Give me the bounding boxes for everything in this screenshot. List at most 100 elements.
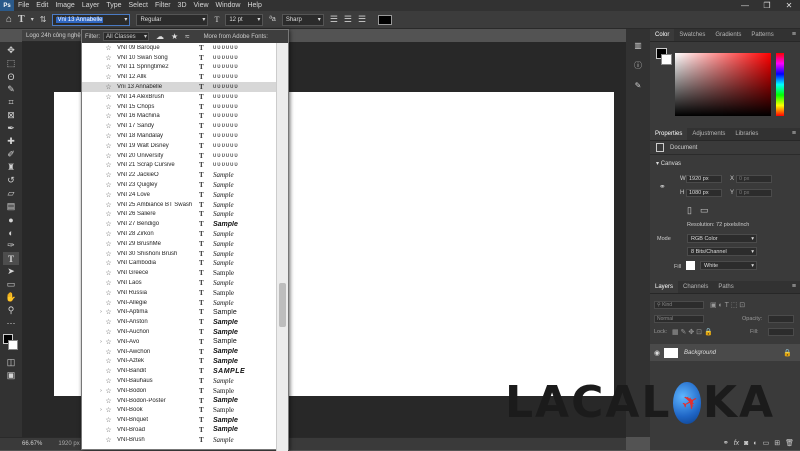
font-list-item[interactable]: ☆ VNI 24 Love T Sample — [82, 190, 278, 200]
star-icon[interactable]: ☆ — [104, 416, 113, 424]
font-list-item[interactable]: ☆ VNI-Bodon-Poster T Sample — [82, 396, 278, 406]
star-icon[interactable]: ☆ — [104, 181, 113, 189]
similar-icon[interactable]: ≈ — [185, 32, 189, 41]
menu-file[interactable]: File — [18, 2, 29, 9]
stamp-icon[interactable]: ♜ — [3, 161, 19, 174]
star-icon[interactable]: ☆ — [104, 387, 113, 395]
landscape-orientation-icon[interactable]: ▭ — [700, 205, 709, 216]
menu-image[interactable]: Image — [55, 2, 74, 9]
font-list-item[interactable]: ☆ VNI 17 Sandy Tᴜᴜᴜᴜᴜᴜ — [82, 121, 278, 131]
fill-select[interactable]: White ▾ — [700, 261, 757, 270]
font-size-select[interactable]: 12 pt ▾ — [225, 13, 264, 26]
menu-window[interactable]: Window — [216, 2, 241, 9]
font-style-select[interactable]: Regular ▾ — [136, 13, 209, 26]
hand-icon[interactable]: ✋ — [3, 291, 19, 304]
font-list-item[interactable]: › ☆ VNI-Avo T Sample — [82, 337, 278, 347]
font-list-item[interactable]: ☆ VNI-Allegie T Sample — [82, 298, 278, 308]
font-list-item[interactable]: ☆ VNI 28 Zirkon T Sample — [82, 229, 278, 239]
adjustment-layer-icon[interactable]: ◐ — [753, 440, 757, 447]
star-icon[interactable]: ☆ — [104, 161, 113, 169]
marquee-icon[interactable]: ⬚ — [3, 57, 19, 70]
star-icon[interactable]: ☆ — [104, 171, 113, 179]
y-field[interactable]: 0 px — [736, 189, 772, 197]
font-list-item[interactable]: ☆ VNI 12 Allk Tᴜᴜᴜᴜᴜᴜ — [82, 72, 278, 82]
star-icon[interactable]: ☆ — [104, 112, 113, 120]
brush-settings-icon[interactable]: ✎ — [635, 81, 642, 90]
font-list-item[interactable]: ☆ VNI 26 Saliere T Sample — [82, 210, 278, 220]
star-icon[interactable]: ☆ — [104, 152, 113, 160]
star-icon[interactable]: ☆ — [104, 318, 113, 326]
cloud-icon[interactable]: ☁ — [156, 32, 164, 41]
star-icon[interactable]: ☆ — [104, 328, 113, 336]
font-list-item[interactable]: ☆ VNI 16 Machina Tᴜᴜᴜᴜᴜᴜ — [82, 112, 278, 122]
star-icon[interactable]: ☆ — [104, 240, 113, 248]
blur-icon[interactable]: ● — [3, 213, 19, 226]
menu-help[interactable]: Help — [247, 2, 261, 9]
blend-mode-select[interactable]: Normal — [654, 315, 704, 323]
tab-properties[interactable]: Properties — [650, 128, 688, 140]
font-class-select[interactable]: All Classes ▾ — [103, 32, 149, 41]
font-list-item[interactable]: ☆ VNI-Broad T Sample — [82, 425, 278, 435]
font-list-item[interactable]: ☆ VNI 21 Scrap Cursive Tᴜᴜᴜᴜᴜᴜ — [82, 161, 278, 171]
align-right-icon[interactable]: ☰ — [358, 14, 366, 25]
move-icon[interactable]: ✥ — [3, 44, 19, 57]
canvas-heading[interactable]: ▾ Canvas — [650, 160, 800, 167]
font-list-item[interactable]: ☆ VNI 30 Shishoni Brush T Sample — [82, 249, 278, 259]
quick-select-icon[interactable]: ✎ — [3, 83, 19, 96]
star-icon[interactable]: ☆ — [104, 299, 113, 307]
star-icon[interactable]: ☆ — [104, 93, 113, 101]
hue-slider[interactable] — [776, 53, 784, 116]
zoom-icon[interactable]: ⚲ — [3, 304, 19, 317]
rectangle-icon[interactable]: ▭ — [3, 278, 19, 291]
fill-color-swatch[interactable] — [686, 261, 695, 270]
font-list-item[interactable]: ☆ VNI 15 Chops Tᴜᴜᴜᴜᴜᴜ — [82, 102, 278, 112]
home-icon[interactable]: ⌂ — [6, 14, 12, 25]
star-icon[interactable]: ☆ — [104, 230, 113, 238]
more-icon[interactable]: ⋯ — [3, 317, 19, 330]
eye-icon[interactable]: ◉ — [650, 349, 664, 357]
tab-layers[interactable]: Layers — [650, 281, 679, 293]
star-filter-icon[interactable]: ★ — [171, 32, 178, 41]
close-button[interactable]: ✕ — [778, 0, 800, 11]
gradient-icon[interactable]: ▤ — [3, 200, 19, 213]
layer-kind-filter[interactable]: ⚲ Kind — [654, 301, 704, 309]
star-icon[interactable]: ☆ — [104, 201, 113, 209]
more-adobe-fonts-label[interactable]: More from Adobe Fonts: — [204, 34, 268, 40]
width-field[interactable]: 1920 px — [686, 175, 722, 183]
star-icon[interactable]: ☆ — [104, 132, 113, 140]
fill-field[interactable] — [768, 328, 794, 336]
background-color-swatch[interactable] — [8, 340, 18, 350]
font-list-item[interactable]: ☆ VNI-Bandit T SAMPLE — [82, 366, 278, 376]
font-list-item[interactable]: › ☆ VNI-Book T Sample — [82, 405, 278, 415]
font-list-item[interactable]: ☆ VNI 11 Springtime2 Tᴜᴜᴜᴜᴜᴜ — [82, 63, 278, 73]
star-icon[interactable]: ☆ — [104, 54, 113, 62]
star-icon[interactable]: ☆ — [104, 142, 113, 150]
type-icon[interactable]: T — [3, 252, 19, 265]
minimize-button[interactable]: — — [734, 0, 756, 11]
star-icon[interactable]: ☆ — [104, 348, 113, 356]
font-list-item[interactable]: ☆ VNI 14 AlexBrush Tᴜᴜᴜᴜᴜᴜ — [82, 92, 278, 102]
font-list-scrollbar[interactable] — [276, 43, 288, 451]
history-panel-icon[interactable]: ▥ — [634, 41, 642, 50]
star-icon[interactable]: ☆ — [104, 308, 113, 316]
layer-row-background[interactable]: ◉ Background 🔒 — [650, 344, 800, 361]
quick-mask-icon[interactable]: ◫ — [3, 356, 19, 369]
color-saturation-field[interactable] — [675, 53, 771, 116]
font-list-item[interactable]: › ☆ VNI-Bodon T Sample — [82, 386, 278, 396]
font-list-item[interactable]: ☆ VNI 27 Bendigo T Sample — [82, 219, 278, 229]
background-color-swatch[interactable] — [661, 54, 672, 65]
menu-layer[interactable]: Layer — [82, 2, 100, 9]
restore-button[interactable]: ❐ — [756, 0, 778, 11]
align-left-icon[interactable]: ☰ — [330, 14, 338, 25]
frame-icon[interactable]: ⊠ — [3, 109, 19, 122]
font-list-item[interactable]: ☆ Vni 13 Annabelle Tᴜᴜᴜᴜᴜᴜ — [82, 82, 278, 92]
menu-filter[interactable]: Filter — [155, 2, 171, 9]
font-list-item[interactable]: ☆ VNI Greece T Sample — [82, 268, 278, 278]
eyedropper-icon[interactable]: ✒ — [3, 122, 19, 135]
menu-type[interactable]: Type — [106, 2, 121, 9]
font-list-item[interactable]: ☆ VNI Russia T Sample — [82, 288, 278, 298]
tab-patterns[interactable]: Patterns — [746, 29, 778, 41]
chevron-down-icon[interactable]: ▾ — [31, 16, 34, 23]
new-layer-icon[interactable]: ⊞ — [774, 439, 780, 447]
font-list-item[interactable]: ☆ VNI Laos T Sample — [82, 278, 278, 288]
